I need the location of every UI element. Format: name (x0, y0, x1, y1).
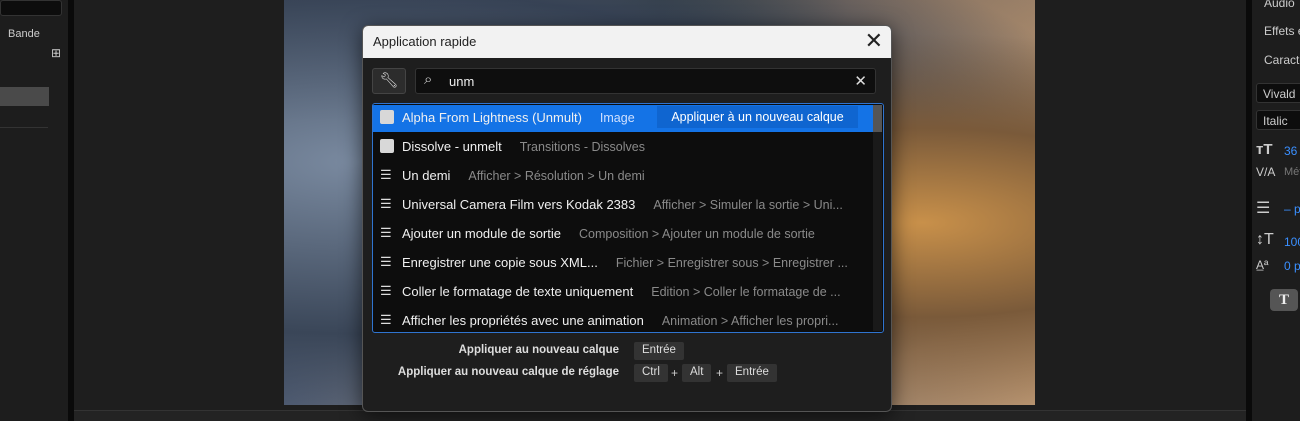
search-icon: ⌕ (424, 71, 433, 88)
stroke-value[interactable]: – p (1284, 202, 1300, 216)
clear-search-icon[interactable]: ✕ (854, 72, 867, 90)
wrench-icon: 🔧︎ (379, 72, 399, 89)
result-category: Animation > Afficher les propri... (661, 314, 839, 328)
dialog-title: Application rapide (373, 34, 477, 49)
result-name: Un demi (402, 168, 451, 183)
result-name: Coller le formatage de texte uniquement (402, 284, 634, 299)
key-alt: Alt (682, 364, 712, 382)
dialog-titlebar: Application rapide ✕ (363, 26, 891, 58)
result-item[interactable]: ☰ Afficher les propriétés avec une anima… (373, 308, 873, 332)
effect-icon (380, 110, 394, 124)
result-category: Afficher > Résolution > Un demi (468, 169, 645, 183)
quick-apply-dialog: Application rapide ✕ 🔧︎ ⌕ unm ✕ Alpha Fr… (362, 25, 892, 412)
result-category: Fichier > Enregistrer sous > Enregistrer… (615, 256, 848, 270)
apply-to-new-layer-button[interactable]: Appliquer à un nouveau calque (657, 106, 858, 128)
result-item[interactable]: ☰ Coller le formatage de texte uniquemen… (373, 279, 873, 306)
menu-icon: ☰ (380, 283, 392, 298)
result-category: Afficher > Simuler la sortie > Uni... (653, 198, 843, 212)
left-panel-field[interactable] (0, 0, 62, 16)
result-item[interactable]: ☰ Universal Camera Film vers Kodak 2383 A… (373, 192, 873, 219)
plus-sign: + (671, 366, 679, 380)
result-name: Enregistrer une copie sous XML... (402, 255, 598, 270)
results-list: Alpha From Lightness (Unmult) Image Appli… (372, 103, 884, 333)
bande-label: Bande (8, 28, 40, 40)
font-size-icon: ᴛT (1256, 141, 1273, 158)
shortcut-label: Appliquer au nouveau calque de réglage (397, 366, 619, 378)
result-item[interactable]: ☰ Enregistrer une copie sous XML... Fichi… (373, 250, 873, 277)
close-icon[interactable]: ✕ (865, 29, 883, 53)
divider (0, 127, 48, 128)
result-name: Ajouter un module de sortie (402, 226, 561, 241)
key-ctrl: Ctrl (634, 364, 668, 382)
result-name: Universal Camera Film vers Kodak 2383 (402, 197, 636, 212)
left-panel: Bande ⊞ (0, 0, 68, 421)
right-panel: Audio Effets e Caractè Vivald Italic ᴛT … (1252, 0, 1300, 421)
result-item[interactable]: Alpha From Lightness (Unmult) Image Appli… (373, 105, 873, 132)
faux-bold-button[interactable]: T (1270, 289, 1298, 311)
menu-icon: ☰ (380, 196, 392, 211)
wrench-settings-button[interactable]: 🔧︎ (372, 68, 406, 94)
results-scrollbar[interactable] (873, 105, 882, 331)
result-name: Alpha From Lightness (Unmult) (402, 110, 582, 125)
menu-icon: ☰ (380, 254, 392, 269)
baseline-shift-value[interactable]: 0 p (1284, 259, 1300, 273)
search-input[interactable]: ⌕ unm ✕ (415, 68, 876, 94)
scrollbar-thumb[interactable] (873, 105, 882, 132)
key-enter: Entrée (727, 364, 777, 382)
stroke-icon: ☰ (1256, 200, 1271, 217)
key-enter: Entrée (634, 342, 684, 360)
font-style-select[interactable]: Italic (1256, 110, 1300, 130)
result-item[interactable]: ☰ Un demi Afficher > Résolution > Un demi (373, 163, 873, 190)
vertical-scale-icon: ↕T (1256, 231, 1274, 248)
tab-effets[interactable]: Effets e (1264, 24, 1300, 38)
result-category: Composition > Ajouter un module de sorti… (578, 227, 815, 241)
menu-icon: ☰ (380, 225, 392, 240)
font-size-value[interactable]: 36 (1284, 144, 1297, 158)
result-category: Image (599, 111, 635, 125)
kerning-value[interactable]: Métr (1284, 166, 1300, 178)
result-category: Transitions - Dissolves (519, 140, 645, 154)
search-value[interactable]: unm (449, 74, 474, 89)
result-item[interactable]: ☰ Ajouter un module de sortie Composition… (373, 221, 873, 248)
vertical-scale-value[interactable]: 100 (1284, 235, 1300, 249)
effect-icon (380, 139, 394, 153)
hierarchy-icon[interactable]: ⊞ (51, 46, 61, 60)
result-item[interactable]: Dissolve - unmelt Transitions - Dissolves (373, 134, 873, 161)
font-family-select[interactable]: Vivald (1256, 83, 1300, 103)
result-category: Edition > Coller le formatage de ... (651, 285, 841, 299)
tab-caractere[interactable]: Caractè (1264, 53, 1300, 67)
baseline-shift-icon: A̲ª (1256, 258, 1269, 272)
kerning-icon: V/A (1256, 165, 1276, 179)
result-name: Dissolve - unmelt (402, 139, 502, 154)
plus-sign: + (716, 366, 724, 380)
result-name: Afficher les propriétés avec une animati… (402, 313, 644, 328)
menu-icon: ☰ (380, 167, 392, 182)
shortcut-label: Appliquer au nouveau calque (458, 344, 619, 356)
tab-audio[interactable]: Audio (1264, 0, 1295, 10)
left-panel-selected-item[interactable] (0, 87, 49, 106)
menu-icon: ☰ (380, 312, 392, 327)
